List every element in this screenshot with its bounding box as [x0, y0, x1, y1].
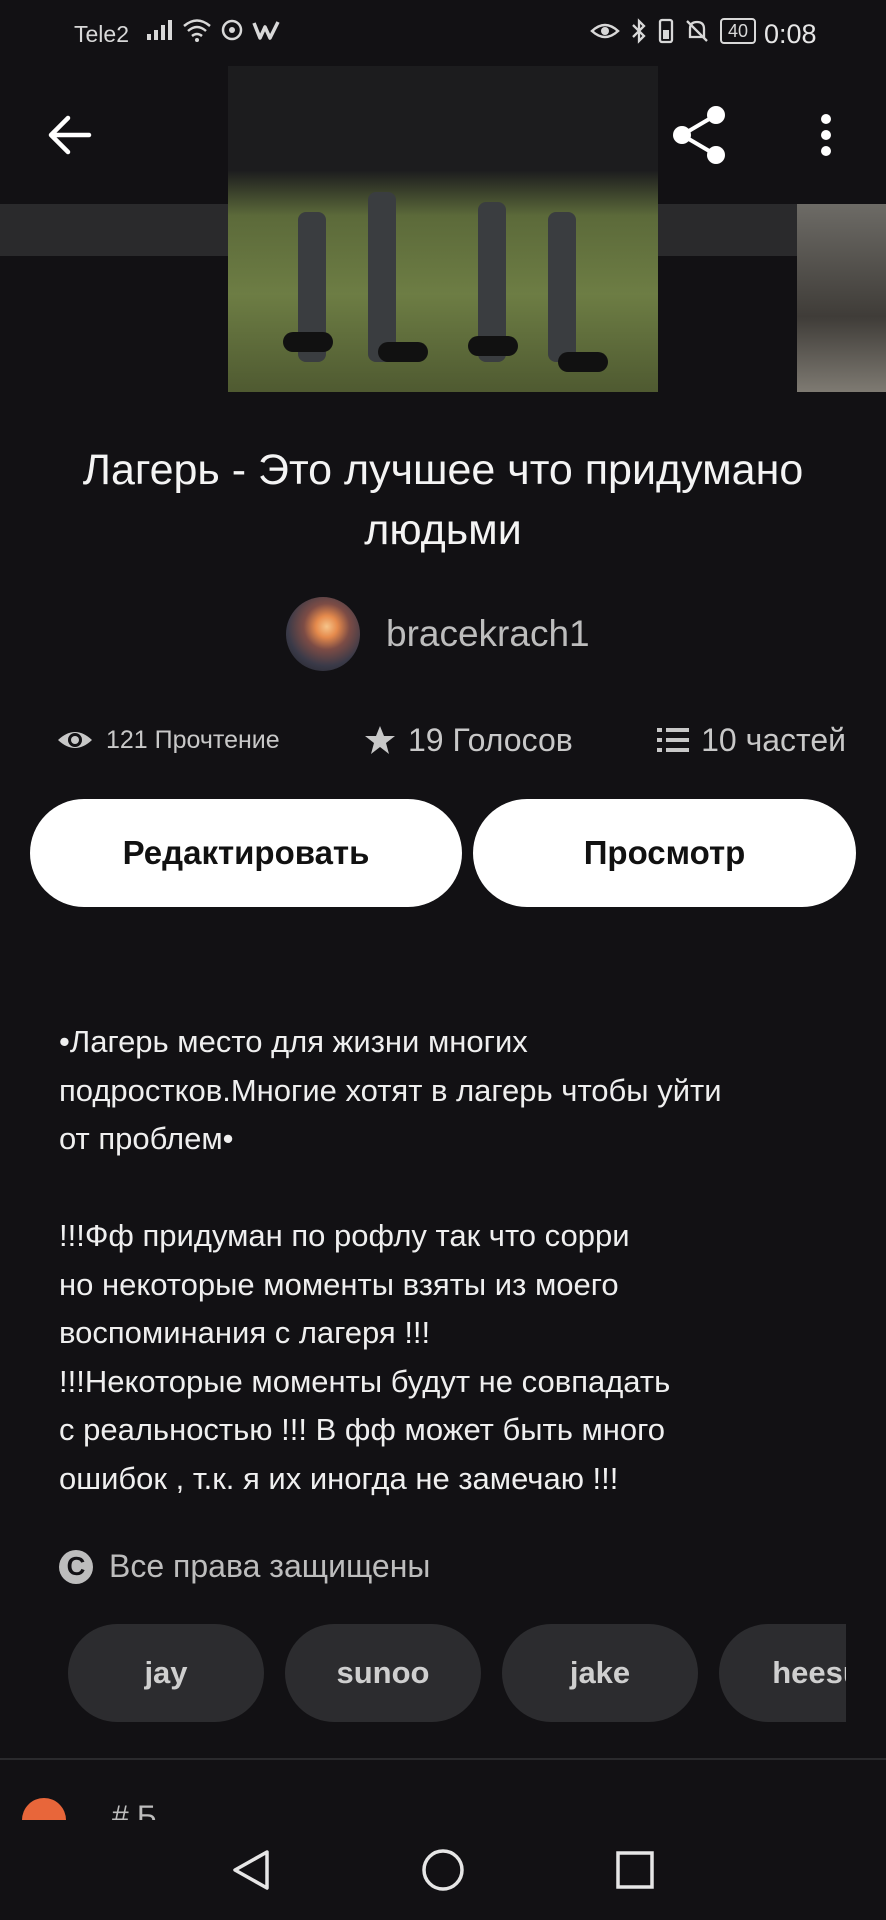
top-app-bar — [0, 90, 886, 180]
copyright-icon: C — [59, 1549, 93, 1584]
share-button[interactable] — [660, 90, 740, 180]
story-title: Лагерь - Это лучшее что придумано людьми — [82, 446, 804, 554]
next-cover-preview[interactable] — [797, 204, 886, 392]
more-options-button[interactable] — [796, 90, 856, 180]
eye-comfort-icon — [590, 23, 620, 39]
story-description: •Лагерь место для жизни многих подростко… — [59, 1024, 722, 1496]
avatar[interactable] — [286, 597, 360, 671]
cover-figure — [378, 342, 428, 362]
cover-figure — [548, 212, 576, 362]
reads-stat: 121 Прочтение — [56, 726, 280, 755]
share-icon — [673, 106, 725, 164]
votes-stat: 19 Голосов — [364, 722, 573, 759]
back-button[interactable] — [30, 90, 110, 180]
copyright-row: C Все права защищены — [59, 1548, 430, 1585]
carrier-label: Tele2 — [74, 21, 129, 47]
bluetooth-icon — [632, 18, 646, 44]
copyright-label: Все права защищены — [109, 1548, 431, 1584]
nav-back-icon[interactable] — [231, 1848, 271, 1892]
section-divider — [0, 1758, 886, 1760]
signal-icon — [147, 20, 172, 40]
status-right-icons: 40 — [590, 18, 757, 44]
cover-figure — [468, 336, 518, 356]
author-row[interactable]: bracekrach1 — [286, 597, 590, 671]
badge-icon — [22, 1798, 66, 1820]
cover-figure — [368, 192, 396, 362]
parts-count: 10 частей — [701, 721, 846, 758]
battery-indicator: 40 — [720, 18, 757, 44]
nav-home-icon[interactable] — [421, 1848, 465, 1892]
votes-count: 19 Голосов — [408, 721, 573, 758]
wifi-icon — [183, 19, 211, 42]
reads-count: 121 Прочтение — [106, 725, 280, 754]
author-name[interactable]: bracekrach1 — [386, 613, 590, 655]
story-stats: 121 Прочтение 19 Голосов 10 частей — [56, 718, 846, 762]
wattpad-icon — [252, 21, 280, 40]
view-button[interactable]: Просмотр — [473, 799, 856, 907]
eye-icon — [58, 732, 92, 748]
parts-stat: 10 частей — [657, 722, 846, 759]
more-vertical-icon — [821, 114, 831, 156]
vibrate-icon — [658, 18, 674, 44]
clock: 0:08 — [764, 19, 817, 49]
next-section-peek: # Б — [22, 1798, 886, 1820]
edit-button[interactable]: Редактировать — [30, 799, 462, 907]
tag-chip[interactable]: sunoo — [285, 1624, 481, 1722]
cover-figure — [283, 332, 333, 352]
next-section-text: # Б — [112, 1800, 157, 1820]
system-nav-bar — [0, 1820, 886, 1920]
status-bar: Tele2 40 0:08 — [0, 0, 886, 66]
nav-recents-icon[interactable] — [615, 1850, 655, 1890]
cover-figure — [558, 352, 608, 372]
arrow-left-icon — [48, 115, 92, 155]
mute-bell-icon — [686, 20, 708, 42]
tag-list: jay sunoo jake heesu — [68, 1624, 846, 1722]
tag-chip[interactable]: heesu — [719, 1624, 846, 1722]
sync-icon — [221, 19, 243, 41]
tag-chip[interactable]: jake — [502, 1624, 698, 1722]
tag-chip[interactable]: jay — [68, 1624, 264, 1722]
list-icon — [657, 728, 690, 752]
star-icon — [365, 726, 395, 754]
status-left-icons — [146, 18, 280, 42]
